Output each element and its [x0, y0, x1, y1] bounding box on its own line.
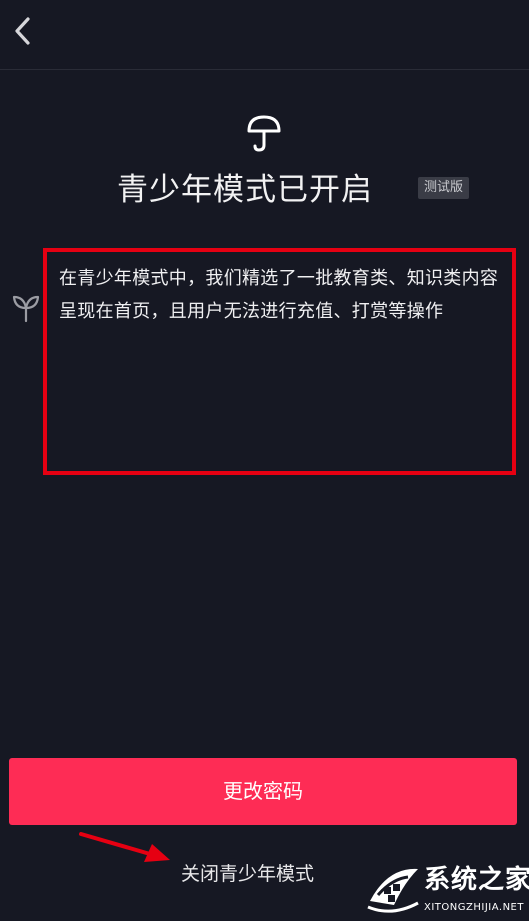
chevron-left-icon	[15, 17, 30, 45]
close-teen-mode-link[interactable]: 关闭青少年模式	[181, 859, 314, 889]
back-button[interactable]	[6, 12, 42, 52]
teen-mode-screen: 青少年模式已开启 测试版 在青少年模式中，我们精选了一批教育类、知识类内容呈现在…	[0, 0, 529, 921]
description-text: 在青少年模式中，我们精选了一批教育类、知识类内容呈现在首页，且用户无法进行充值、…	[59, 268, 499, 322]
beta-badge: 测试版	[418, 177, 470, 199]
change-password-button[interactable]: 更改密码	[9, 758, 517, 825]
watermark: 系统之家 XITONGZHIJIA.NET	[362, 859, 529, 921]
arrow-annotation-icon	[79, 832, 170, 862]
page-title: 青少年模式已开启	[117, 172, 373, 208]
watermark-name: 系统之家	[424, 865, 529, 895]
sprout-icon	[12, 295, 40, 323]
watermark-logo-icon	[367, 868, 419, 913]
top-bar	[0, 0, 529, 70]
watermark-url: XITONGZHIJIA.NET	[424, 902, 524, 913]
title-row: 青少年模式已开启 测试版	[0, 168, 529, 216]
umbrella-icon	[247, 115, 281, 152]
